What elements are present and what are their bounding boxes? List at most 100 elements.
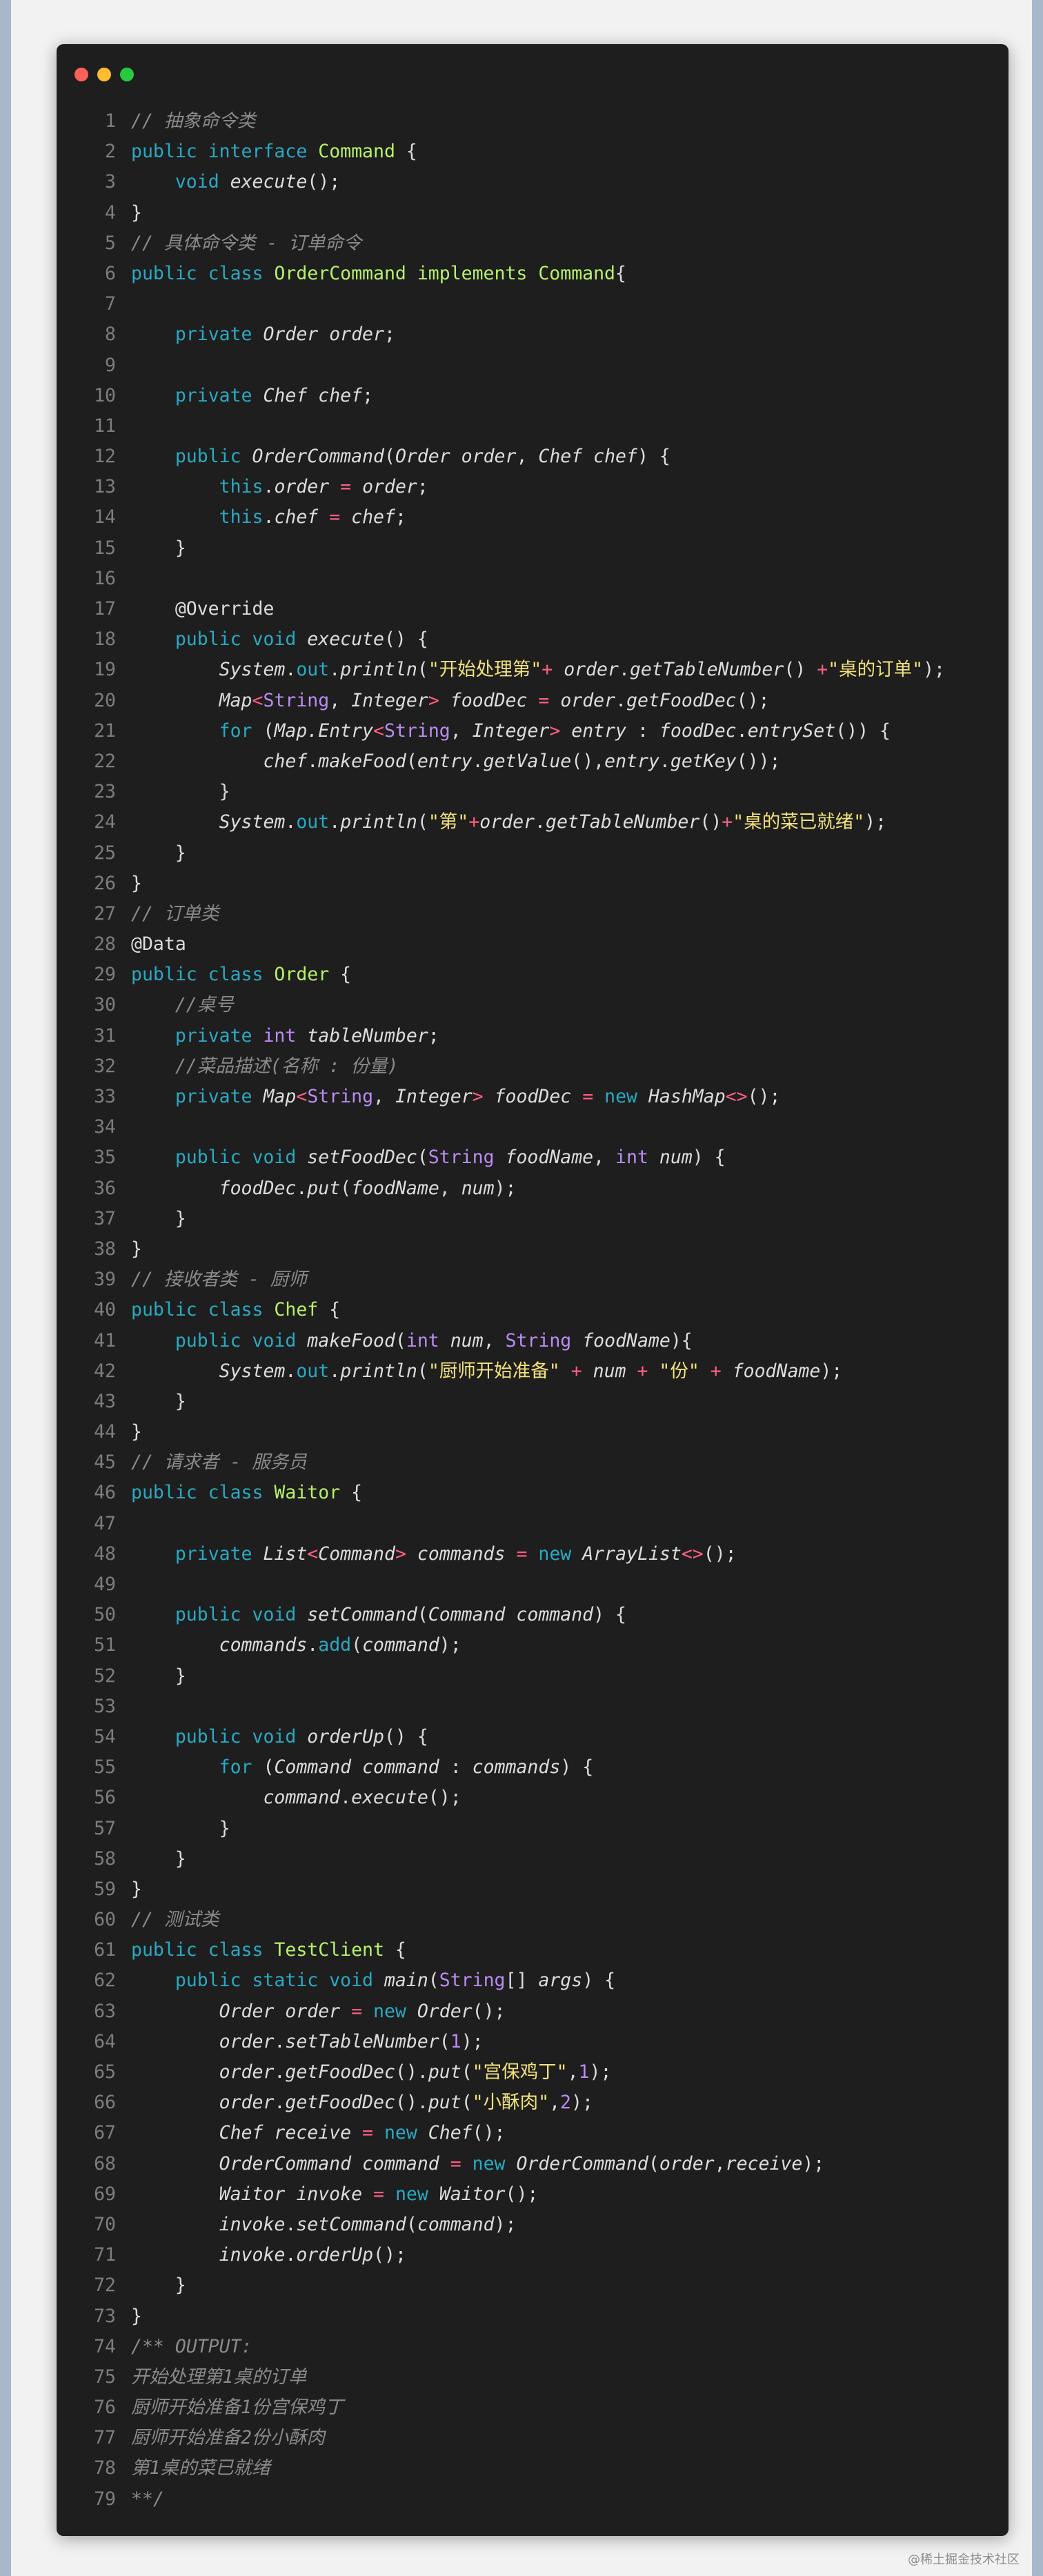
code-text: public class Chef { bbox=[131, 1295, 340, 1325]
code-token: foodDec bbox=[659, 720, 737, 742]
line-number: 30 bbox=[94, 994, 116, 1016]
line-number: 20 bbox=[94, 689, 116, 711]
code-token: "宫保鸡丁" bbox=[472, 2061, 568, 2083]
line-number: 54 bbox=[94, 1725, 116, 1747]
page-background: 1// 抽象命令类 2 public interface Command {3 vo… bbox=[11, 0, 1032, 2576]
code-token: getFoodDec bbox=[285, 2092, 395, 2114]
minimize-button[interactable] bbox=[97, 68, 111, 81]
code-line: 30 //桌号 bbox=[57, 990, 1009, 1020]
code-token: add bbox=[318, 1634, 352, 1656]
code-line: 7 bbox=[57, 289, 1009, 319]
code-text: this.chef = chef; bbox=[131, 502, 406, 533]
code-token: > bbox=[472, 1086, 495, 1107]
code-token: @Override bbox=[131, 598, 275, 620]
code-token: getFoodDec bbox=[626, 689, 737, 711]
line-number: 62 bbox=[94, 1970, 116, 1992]
code-line: 75 开始处理第1桌的订单 bbox=[57, 2362, 1009, 2392]
code-text: public class Waitor { bbox=[131, 1478, 362, 1508]
maximize-button[interactable] bbox=[120, 68, 134, 81]
code-token: . bbox=[736, 720, 748, 742]
close-button[interactable] bbox=[74, 68, 88, 81]
code-line: 10 private Chef chef; bbox=[57, 381, 1009, 411]
code-text: //菜品描述(名称 : 份量) bbox=[131, 1051, 399, 1082]
code-token: { bbox=[318, 1299, 341, 1321]
line-number: 9 bbox=[105, 354, 116, 376]
code-token: orderUp bbox=[296, 2244, 374, 2266]
code-text: public void makeFood(int num, String foo… bbox=[131, 1326, 693, 1356]
code-token: println bbox=[340, 811, 417, 833]
code-line: 65 order.getFoodDec().put("宫保鸡丁",1); bbox=[57, 2057, 1009, 2088]
code-token: invoke bbox=[219, 2244, 286, 2266]
code-token: (); bbox=[307, 171, 341, 193]
line-number: 26 bbox=[94, 872, 116, 894]
line-number: 58 bbox=[94, 1847, 116, 1870]
code-token: getKey bbox=[670, 750, 737, 772]
code-text: /** OUTPUT: bbox=[131, 2332, 252, 2362]
code-line: 40 public class Chef { bbox=[57, 1295, 1009, 1325]
code-line: 38} bbox=[57, 1234, 1009, 1265]
code-token: 第1桌的菜已就绪 bbox=[131, 2457, 270, 2479]
code-token: . bbox=[285, 2244, 297, 2266]
code-token: ); bbox=[864, 811, 887, 833]
code-token: Integer bbox=[472, 720, 550, 742]
code-token: > bbox=[395, 1543, 417, 1565]
code-token: , bbox=[714, 2152, 726, 2174]
code-line: 9 bbox=[57, 350, 1009, 381]
code-text: } bbox=[131, 2301, 142, 2332]
watermark: @稀土掘金技术社区 bbox=[908, 2553, 1020, 2567]
code-line: 29 public class Order { bbox=[57, 960, 1009, 990]
code-token: HashMap bbox=[648, 1086, 726, 1107]
code-token: command bbox=[362, 1634, 439, 1656]
code-token: ); bbox=[589, 2061, 612, 2083]
code-text: } bbox=[131, 1234, 142, 1265]
code-token: ) { bbox=[593, 1604, 626, 1626]
code-token: public static void bbox=[175, 1970, 384, 1992]
code-text: //桌号 bbox=[131, 990, 234, 1020]
code-text: } bbox=[131, 838, 186, 869]
code-token: int bbox=[406, 1329, 450, 1351]
code-token: public void bbox=[175, 1147, 308, 1169]
line-number: 57 bbox=[94, 1817, 116, 1839]
line-number: 69 bbox=[94, 2183, 116, 2205]
code-token: . bbox=[340, 1787, 352, 1809]
line-number: 23 bbox=[94, 781, 116, 803]
code-line: 33 private Map<String, Integer> foodDec … bbox=[57, 1082, 1009, 1112]
code-text: public interface Command { bbox=[131, 137, 417, 167]
code-text: order.setTableNumber(1); bbox=[131, 2027, 484, 2057]
code-line: 12 public OrderCommand(Order order, Chef… bbox=[57, 442, 1009, 472]
line-number: 60 bbox=[94, 1909, 116, 1931]
code-line: 35 public void setFoodDec(String foodNam… bbox=[57, 1142, 1009, 1173]
code-token: String bbox=[505, 1329, 583, 1351]
code-token: + bbox=[817, 659, 828, 681]
code-token: Chef chef bbox=[263, 384, 363, 406]
code-line: 77 厨师开始准备2份小酥肉 bbox=[57, 2423, 1009, 2453]
line-number: 70 bbox=[94, 2213, 116, 2235]
line-number: 47 bbox=[94, 1512, 116, 1534]
code-token: public class bbox=[131, 1299, 275, 1321]
code-token: Command command bbox=[274, 1756, 439, 1779]
code-line: 56 command.execute(); bbox=[57, 1783, 1009, 1813]
code-token: Waitor bbox=[439, 2183, 506, 2205]
code-token: ); bbox=[802, 2152, 825, 2174]
code-text: chef.makeFood(entry.getValue(),entry.get… bbox=[131, 746, 780, 777]
line-number: 31 bbox=[94, 1024, 116, 1047]
code-text: @Data bbox=[131, 929, 186, 960]
code-token: foodDec bbox=[494, 1086, 572, 1107]
code-token: = bbox=[340, 2000, 374, 2022]
line-number: 74 bbox=[94, 2335, 116, 2357]
code-token: List bbox=[263, 1543, 308, 1565]
code-token: , bbox=[549, 2092, 561, 2114]
code-token: = bbox=[527, 689, 561, 711]
code-token: chef bbox=[351, 506, 395, 528]
code-token: private bbox=[175, 1543, 264, 1565]
code-token: getTableNumber bbox=[629, 659, 784, 681]
code-line: 78 第1桌的菜已就绪 bbox=[57, 2453, 1009, 2484]
